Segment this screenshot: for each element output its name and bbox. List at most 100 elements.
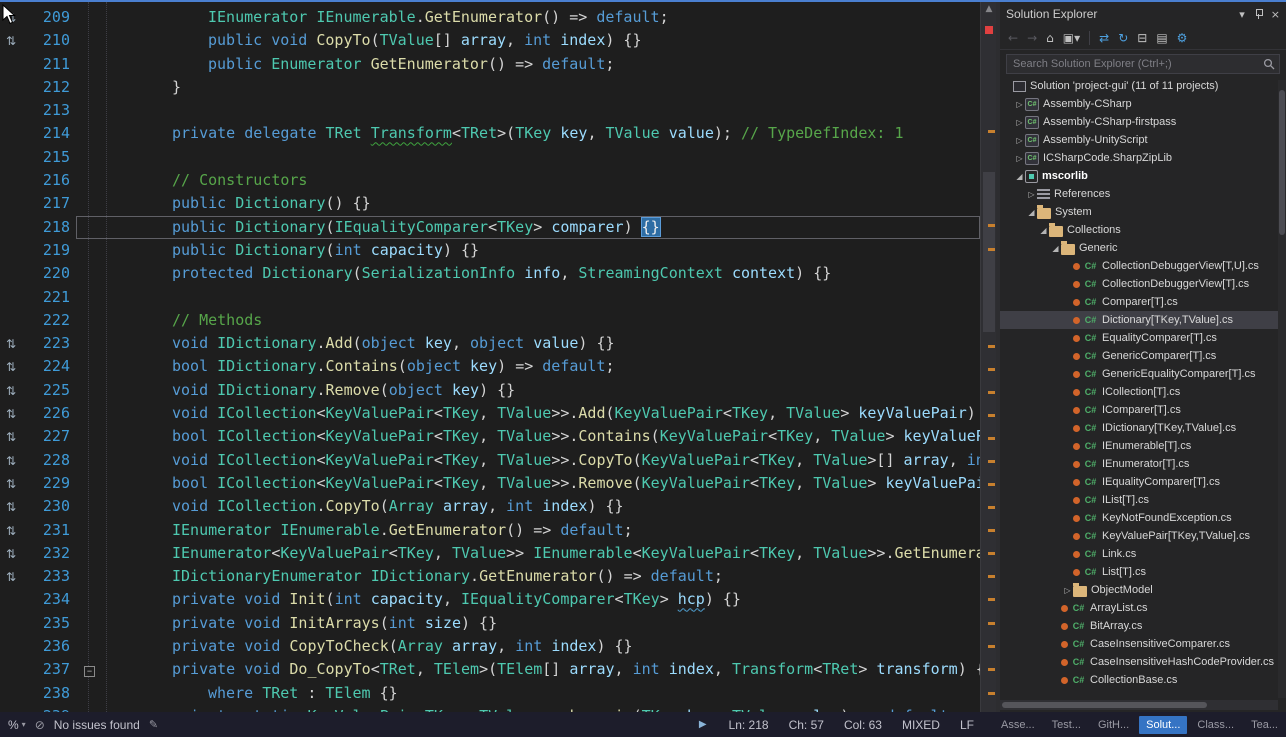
pen-icon[interactable]: ✎ [149, 718, 158, 731]
switch-views-icon[interactable]: ▣▾ [1063, 31, 1080, 45]
gutter-margin[interactable] [0, 682, 30, 705]
code-line[interactable]: 222// Methods [0, 309, 980, 332]
tree-item[interactable]: ◢Generic [1000, 239, 1286, 257]
code-line[interactable]: 212} [0, 76, 980, 99]
tool-window-tab[interactable]: Class... [1190, 716, 1241, 734]
tree-item[interactable]: ◢System [1000, 203, 1286, 221]
gutter-margin[interactable] [0, 169, 30, 192]
refresh-icon[interactable]: ↻ [1118, 31, 1128, 45]
tree-item[interactable]: C#CaseInsensitiveComparer.cs [1000, 635, 1286, 653]
code-line[interactable]: 219public Dictionary(int capacity) {} [0, 239, 980, 262]
gutter-margin[interactable] [0, 658, 30, 681]
code-line[interactable]: 237private void Do_CopyTo<TRet, TElem>(T… [0, 658, 980, 681]
code-text[interactable]: bool ICollection<KeyValuePair<TKey, TVal… [76, 472, 980, 495]
gutter-margin[interactable] [0, 122, 30, 145]
panel-horizontal-scrollbar-thumb[interactable] [1002, 702, 1207, 708]
tree-item[interactable]: ▷C#Assembly-UnityScript [1000, 131, 1286, 149]
code-line[interactable]: ⇅225void IDictionary.Remove(object key) … [0, 379, 980, 402]
expander-collapsed-icon[interactable]: ▷ [1014, 154, 1025, 163]
gutter-margin[interactable] [0, 612, 30, 635]
tree-item[interactable]: ◢Collections [1000, 221, 1286, 239]
gutter-margin[interactable] [0, 262, 30, 285]
tree-item[interactable]: C#BitArray.cs [1000, 617, 1286, 635]
line-indicator[interactable]: Ln: 218 [729, 718, 769, 732]
tree-item[interactable]: C#IEnumerator[T].cs [1000, 455, 1286, 473]
tree-item[interactable]: C#CollectionBase.cs [1000, 671, 1286, 689]
properties-icon[interactable]: ⚙ [1177, 31, 1188, 45]
code-text[interactable]: public Dictionary(IEqualityComparer<TKey… [76, 216, 980, 239]
gutter-margin[interactable] [0, 239, 30, 262]
solution-search-input[interactable] [1006, 54, 1280, 74]
code-line[interactable]: ⇅224bool IDictionary.Contains(object key… [0, 355, 980, 378]
gutter-margin[interactable]: ⇅ [0, 425, 30, 448]
implements-interface-icon[interactable]: ⇅ [6, 337, 16, 351]
tree-item[interactable]: C#CollectionDebuggerView[T].cs [1000, 275, 1286, 293]
pin-icon[interactable] [1253, 9, 1263, 19]
tree-item[interactable]: C#IComparer[T].cs [1000, 401, 1286, 419]
code-text[interactable]: void IDictionary.Add(object key, object … [76, 332, 980, 355]
code-text[interactable]: private delegate TRet Transform<TRet>(TK… [76, 122, 980, 145]
tree-item[interactable]: C#KeyValuePair[TKey,TValue].cs [1000, 527, 1286, 545]
tree-item[interactable]: C#IEqualityComparer[T].cs [1000, 473, 1286, 491]
tree-item[interactable]: ▷C#ICSharpCode.SharpZipLib [1000, 149, 1286, 167]
tree-item[interactable]: C#CollectionDebuggerView[T,U].cs [1000, 257, 1286, 275]
panel-vertical-scrollbar[interactable] [1278, 80, 1286, 698]
eol-indicator[interactable]: LF [960, 718, 974, 732]
home-icon[interactable]: ⌂ [1046, 31, 1054, 45]
code-line[interactable]: ⇅227bool ICollection<KeyValuePair<TKey, … [0, 425, 980, 448]
tree-item[interactable]: ▷C#Assembly-CSharp [1000, 95, 1286, 113]
back-icon[interactable]: ← [1008, 31, 1018, 45]
code-line[interactable]: 221 [0, 286, 980, 309]
code-line[interactable]: ⇅232IEnumerator<KeyValuePair<TKey, TValu… [0, 542, 980, 565]
tree-item[interactable]: C#Comparer[T].cs [1000, 293, 1286, 311]
code-text[interactable]: // Methods [76, 309, 980, 332]
gutter-margin[interactable]: ⇅ [0, 29, 30, 52]
forward-icon[interactable]: → [1027, 31, 1037, 45]
code-text[interactable] [76, 286, 980, 309]
implements-interface-icon[interactable]: ⇅ [6, 524, 16, 538]
code-text[interactable]: void IDictionary.Remove(object key) {} [76, 379, 980, 402]
expander-expanded-icon[interactable]: ◢ [1014, 172, 1025, 181]
tool-window-tab[interactable]: Asse... [994, 716, 1042, 734]
code-line[interactable]: 234private void Init(int capacity, IEqua… [0, 588, 980, 611]
code-text[interactable]: IEnumerator<KeyValuePair<TKey, TValue>> … [76, 542, 980, 565]
implements-interface-icon[interactable]: ⇅ [6, 384, 16, 398]
tree-item[interactable]: C#GenericEqualityComparer[T].cs [1000, 365, 1286, 383]
implements-interface-icon[interactable]: ⇅ [6, 547, 16, 561]
gutter-margin[interactable] [0, 309, 30, 332]
tool-window-tab[interactable]: Tea... [1244, 716, 1285, 734]
code-line[interactable]: 214private delegate TRet Transform<TRet>… [0, 122, 980, 145]
code-text[interactable]: protected Dictionary(SerializationInfo i… [76, 262, 980, 285]
tree-item[interactable]: C#GenericComparer[T].cs [1000, 347, 1286, 365]
implements-interface-icon[interactable]: ⇅ [6, 570, 16, 584]
code-line[interactable]: ⇅209IEnumerator IEnumerable.GetEnumerato… [0, 6, 980, 29]
expander-collapsed-icon[interactable]: ▷ [1062, 586, 1073, 595]
code-line[interactable]: 211public Enumerator GetEnumerator() => … [0, 53, 980, 76]
code-text[interactable]: private void Do_CopyTo<TRet, TElem>(TEle… [76, 658, 980, 681]
code-text[interactable]: public Dictionary(int capacity) {} [76, 239, 980, 262]
implements-interface-icon[interactable]: ⇅ [6, 500, 16, 514]
tree-item[interactable]: ▷ObjectModel [1000, 581, 1286, 599]
code-line[interactable]: 235private void InitArrays(int size) {} [0, 612, 980, 635]
tree-item[interactable]: C#KeyNotFoundException.cs [1000, 509, 1286, 527]
code-line[interactable]: ⇅210public void CopyTo(TValue[] array, i… [0, 29, 980, 52]
code-text[interactable]: private void CopyToCheck(Array array, in… [76, 635, 980, 658]
code-text[interactable]: private static KeyValuePair<TKey, TValue… [76, 705, 980, 712]
gutter-margin[interactable]: ⇅ [0, 519, 30, 542]
panel-vertical-scrollbar-thumb[interactable] [1279, 90, 1285, 235]
gutter-margin[interactable] [0, 53, 30, 76]
implements-interface-icon[interactable]: ⇅ [6, 454, 16, 468]
gutter-margin[interactable]: ⇅ [0, 705, 30, 712]
tree-item[interactable]: C#IEnumerable[T].cs [1000, 437, 1286, 455]
code-line[interactable]: ⇅233IDictionaryEnumerator IDictionary.Ge… [0, 565, 980, 588]
code-line[interactable]: 238where TRet : TElem {} [0, 682, 980, 705]
code-text[interactable]: public Enumerator GetEnumerator() => def… [76, 53, 980, 76]
code-text[interactable]: void ICollection.CopyTo(Array array, int… [76, 495, 980, 518]
expander-collapsed-icon[interactable]: ▷ [1026, 190, 1037, 199]
gutter-margin[interactable]: ⇅ [0, 355, 30, 378]
implements-interface-icon[interactable]: ⇅ [6, 430, 16, 444]
code-text[interactable]: where TRet : TElem {} [76, 682, 980, 705]
code-text[interactable]: public void CopyTo(TValue[] array, int i… [76, 29, 980, 52]
tree-item[interactable]: C#ArrayList.cs [1000, 599, 1286, 617]
implements-interface-icon[interactable]: ⇅ [6, 11, 16, 25]
